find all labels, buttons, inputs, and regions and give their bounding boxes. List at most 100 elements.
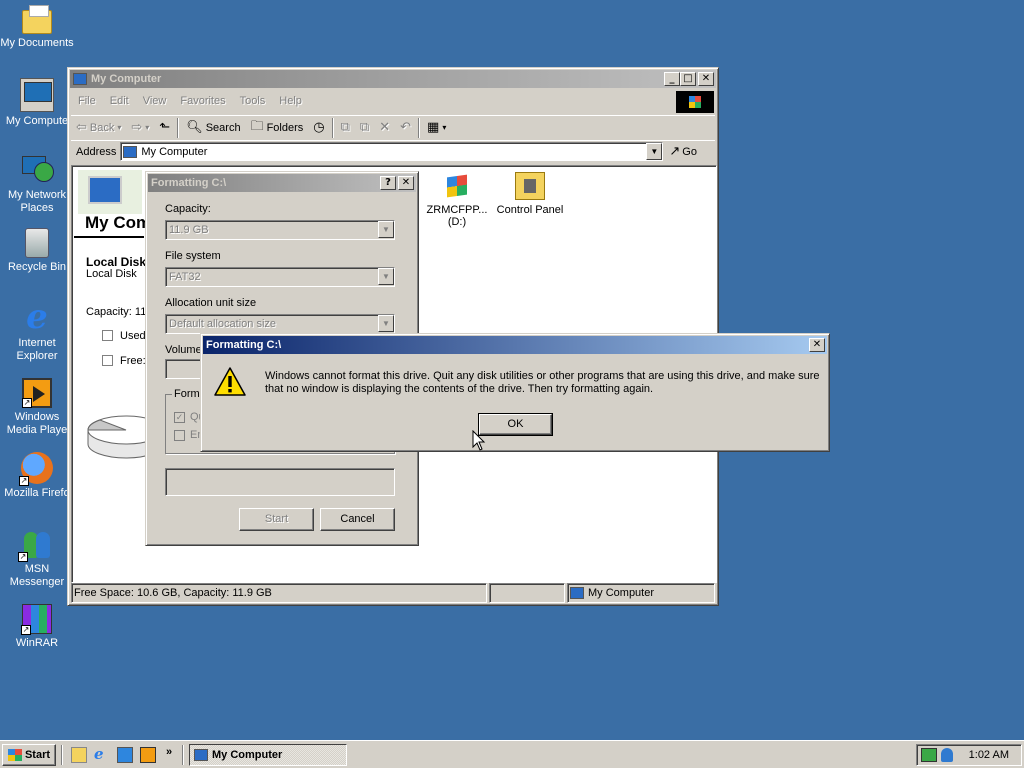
error-message-box: Formatting C:\ ✕ Windows cannot format t… xyxy=(200,333,830,452)
start-button[interactable]: Start xyxy=(239,508,314,531)
delete-button[interactable]: ✕ xyxy=(374,120,395,135)
error-titlebar[interactable]: Formatting C:\ ✕ xyxy=(203,336,827,354)
my-computer-small-icon xyxy=(570,587,584,599)
control-panel-icon xyxy=(515,172,545,200)
format-dialog-title: Formatting C:\ xyxy=(151,177,227,189)
info-drive-type: Local Disk xyxy=(86,268,137,280)
desktop-icon-my-documents[interactable]: My Documents xyxy=(0,4,74,50)
views-button[interactable]: ▦ ▾ xyxy=(422,120,451,135)
desktop-icon-recycle-bin[interactable]: Recycle Bin xyxy=(0,228,74,274)
start-button[interactable]: Start xyxy=(2,744,56,766)
my-computer-small-icon xyxy=(73,73,87,85)
format-dialog-titlebar[interactable]: Formatting C:\ ? ✕ xyxy=(148,174,416,192)
chevron-down-icon: ▼ xyxy=(378,221,394,238)
cancel-button[interactable]: Cancel xyxy=(320,508,395,531)
history-icon: ◷ xyxy=(313,120,325,135)
address-input[interactable]: My Computer ▼ xyxy=(120,142,664,161)
messenger-tray-icon[interactable] xyxy=(941,748,953,762)
help-button[interactable]: ? xyxy=(380,176,396,190)
allocation-select[interactable]: Default allocation size ▼ xyxy=(165,314,395,334)
minimize-button[interactable]: _ xyxy=(664,72,680,86)
desktop-icon-label: Recycle Bin xyxy=(7,261,67,273)
quicklaunch-overflow-button[interactable]: » xyxy=(166,746,172,758)
go-button[interactable]: ↗ Go xyxy=(669,144,697,159)
status-free-space: Free Space: 10.6 GB, Capacity: 11.9 GB xyxy=(71,583,487,603)
info-free: Free: xyxy=(120,355,146,367)
back-button[interactable]: ⇦ Back ▾ xyxy=(71,120,126,135)
desktop-icon-label: My Network Places xyxy=(7,189,67,214)
desktop-icon-msn-messenger[interactable]: ↗ MSN Messenger xyxy=(0,526,74,589)
info-panel-divider xyxy=(74,236,144,238)
network-places-icon xyxy=(20,152,54,186)
taskbar-separator xyxy=(61,745,63,765)
desktop-icon-label: Internet Explorer xyxy=(16,337,58,362)
address-dropdown-button[interactable]: ▼ xyxy=(646,143,663,160)
search-button[interactable]: 🔍︎ Search xyxy=(181,120,245,135)
menu-file[interactable]: File xyxy=(71,95,103,107)
folders-label: Folders xyxy=(266,121,304,134)
maximize-button[interactable]: □ xyxy=(680,72,696,86)
desktop-icon-winrar[interactable]: ↗ WinRAR xyxy=(0,604,74,650)
error-title: Formatting C:\ xyxy=(206,339,282,351)
menu-edit[interactable]: Edit xyxy=(103,95,136,107)
forward-button[interactable]: ⇨ ▾ xyxy=(126,120,154,135)
status-zone: My Computer xyxy=(567,583,715,603)
undo-button[interactable]: ↶ xyxy=(395,120,416,135)
show-desktop-icon[interactable] xyxy=(71,747,87,763)
desktop-icon-media-player[interactable]: ↗ Windows Media Playe xyxy=(0,378,74,437)
move-to-button[interactable]: ⧉ xyxy=(336,120,355,135)
close-button[interactable]: ✕ xyxy=(698,72,714,86)
clock[interactable]: 1:02 AM xyxy=(969,749,1009,761)
format-progress-bar xyxy=(165,468,395,496)
quick-format-checkbox[interactable]: ✓ xyxy=(174,412,185,423)
compression-checkbox[interactable] xyxy=(174,430,185,441)
capacity-label: Capacity: xyxy=(165,203,211,215)
capacity-select[interactable]: 11.9 GB ▼ xyxy=(165,220,395,240)
taskbar-button-my-computer[interactable]: My Computer xyxy=(189,744,347,766)
free-color-swatch xyxy=(102,355,113,366)
forward-arrow-icon: ⇨ xyxy=(131,120,143,135)
desktop-icon-network-places[interactable]: My Network Places xyxy=(0,152,74,215)
filesystem-value: FAT32 xyxy=(169,271,201,283)
winrar-icon: ↗ xyxy=(21,604,52,635)
desktop-icon-label: Windows Media Playe xyxy=(6,411,68,436)
desktop-icon-label: Mozilla Firefo xyxy=(4,487,70,499)
folders-button[interactable]: 🗀 Folders xyxy=(246,117,309,139)
standard-toolbar: ⇦ Back ▾ ⇨ ▾ ⬑ 🔍︎ Search 🗀 Folders ◷ ⧉ ⧉ ✕ ↶ … xyxy=(71,115,715,139)
views-icon: ▦ xyxy=(427,120,440,135)
menu-help[interactable]: Help xyxy=(272,95,309,107)
up-folder-icon: ⬑ xyxy=(159,120,171,135)
shortcut-arrow-icon: ↗ xyxy=(18,552,28,562)
history-button[interactable]: ◷ xyxy=(308,120,329,135)
desktop-icon-internet-explorer[interactable]: e Internet Explorer xyxy=(0,300,74,363)
outlook-express-icon[interactable] xyxy=(117,747,133,763)
desktop-icon-firefox[interactable]: ↗ Mozilla Firefo xyxy=(0,452,74,500)
close-button[interactable]: ✕ xyxy=(809,338,825,352)
windows-flag-icon xyxy=(7,749,22,761)
filesystem-select[interactable]: FAT32 ▼ xyxy=(165,267,395,287)
taskbar-button-label: My Computer xyxy=(212,749,283,761)
menu-tools[interactable]: Tools xyxy=(233,95,273,107)
copy-to-button[interactable]: ⧉ xyxy=(355,120,374,135)
folders-icon: 🗀 xyxy=(250,118,264,134)
media-player-quicklaunch-icon[interactable] xyxy=(140,747,156,763)
desktop-icon-my-computer[interactable]: My Compute xyxy=(0,78,74,128)
my-computer-large-icon xyxy=(78,170,142,214)
allocation-label: Allocation unit size xyxy=(165,297,257,309)
drive-d-item[interactable]: ZRMCFPP... (D:) xyxy=(417,172,497,228)
internet-explorer-quicklaunch-icon[interactable]: e xyxy=(94,747,110,763)
address-label: Address xyxy=(76,145,117,158)
menu-view[interactable]: View xyxy=(136,95,174,107)
back-label: Back xyxy=(89,121,115,134)
control-panel-item[interactable]: Control Panel xyxy=(490,172,570,216)
up-folder-button[interactable]: ⬑ xyxy=(154,120,175,135)
drive-d-label: ZRMCFPP... xyxy=(426,204,488,216)
menu-favorites[interactable]: Favorites xyxy=(173,95,232,107)
toolbar-separator xyxy=(331,117,334,138)
close-button[interactable]: ✕ xyxy=(398,176,414,190)
info-drive-name: Local Disk xyxy=(86,255,147,269)
window-titlebar[interactable]: My Computer _ □ ✕ xyxy=(70,70,716,88)
network-tray-icon[interactable] xyxy=(921,748,937,762)
ok-button[interactable]: OK xyxy=(478,413,553,436)
recycle-bin-icon xyxy=(25,228,49,258)
